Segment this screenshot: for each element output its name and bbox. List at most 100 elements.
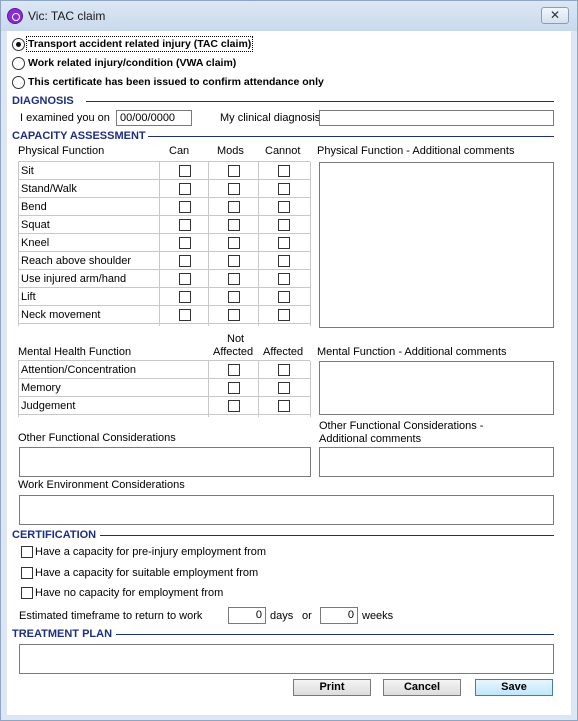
physical-function-checkbox[interactable]	[278, 201, 290, 213]
physical-function-checkbox[interactable]	[278, 165, 290, 177]
physical-function-checkbox[interactable]	[179, 219, 191, 231]
cancel-button[interactable]: Cancel	[383, 679, 461, 696]
physical-function-checkbox[interactable]	[228, 237, 240, 249]
suitable-capacity-label[interactable]: Have a capacity for suitable employment …	[35, 567, 258, 579]
physical-function-checkbox[interactable]	[278, 237, 290, 249]
physical-function-checkbox[interactable]	[228, 201, 240, 213]
physical-function-row-label: Reach above shoulder	[21, 255, 132, 267]
examined-date-input[interactable]: 00/00/0000	[116, 110, 192, 126]
physical-function-checkbox[interactable]	[179, 291, 191, 303]
mental-comments-input[interactable]	[319, 361, 554, 415]
mental-function-checkbox[interactable]	[278, 382, 290, 394]
physical-function-grid-line	[208, 162, 209, 326]
window-title: Vic: TAC claim	[28, 9, 106, 23]
physical-function-grid-line	[18, 162, 19, 326]
mental-function-checkbox[interactable]	[228, 364, 240, 376]
col-not-affected-header-line2: Affected	[213, 346, 254, 358]
physical-function-row	[18, 198, 310, 216]
tac-claim-radio[interactable]	[12, 38, 25, 51]
col-can-header: Can	[169, 145, 190, 157]
weeks-input[interactable]: 0	[320, 607, 358, 624]
physical-function-checkbox[interactable]	[179, 309, 191, 321]
other-considerations-input[interactable]	[19, 447, 311, 477]
form-body: Transport accident related injury (TAC c…	[7, 31, 571, 715]
mental-health-header: Mental Health Function	[18, 346, 132, 358]
days-label: days	[270, 610, 294, 622]
physical-function-grid-line	[310, 162, 311, 326]
mental-function-checkbox[interactable]	[228, 382, 240, 394]
work-environment-label: Work Environment Considerations	[18, 479, 185, 491]
physical-function-checkbox[interactable]	[278, 183, 290, 195]
capacity-divider	[148, 136, 554, 137]
vwa-claim-radio[interactable]	[12, 57, 25, 70]
mental-function-checkbox[interactable]	[228, 400, 240, 412]
physical-function-row	[18, 234, 310, 252]
physical-function-checkbox[interactable]	[278, 255, 290, 267]
print-button[interactable]: Print	[293, 679, 371, 696]
mental-function-checkbox[interactable]	[278, 364, 290, 376]
certification-heading: CERTIFICATION	[12, 529, 97, 541]
work-environment-input[interactable]	[19, 495, 554, 525]
physical-function-checkbox[interactable]	[228, 255, 240, 267]
attendance-only-label[interactable]: This certificate has been issued to conf…	[28, 76, 324, 88]
other-comments-input[interactable]	[319, 447, 554, 477]
mental-function-grid-line	[310, 361, 311, 417]
no-capacity-label[interactable]: Have no capacity for employment from	[35, 587, 223, 599]
preinjury-capacity-label[interactable]: Have a capacity for pre-injury employmen…	[35, 546, 266, 558]
physical-function-checkbox[interactable]	[179, 237, 191, 249]
physical-function-checkbox[interactable]	[179, 255, 191, 267]
physical-function-checkbox[interactable]	[179, 183, 191, 195]
physical-function-grid-line	[159, 162, 160, 326]
mental-function-grid-line	[208, 361, 209, 417]
col-affected-header: Affected	[263, 346, 304, 358]
physical-function-checkbox[interactable]	[278, 309, 290, 321]
mental-function-row-label: Memory	[21, 382, 61, 394]
physical-function-checkbox[interactable]	[278, 291, 290, 303]
physical-function-row-label: Lift	[21, 291, 36, 303]
physical-function-checkbox[interactable]	[228, 291, 240, 303]
mental-function-checkbox[interactable]	[278, 400, 290, 412]
no-capacity-checkbox[interactable]	[21, 587, 33, 599]
physical-function-row-label: Sit	[21, 165, 34, 177]
physical-comments-input[interactable]	[319, 162, 554, 328]
save-button[interactable]: Save	[475, 679, 553, 696]
treatment-plan-heading: TREATMENT PLAN	[12, 628, 113, 640]
mental-function-grid-line	[18, 361, 19, 417]
physical-function-checkbox[interactable]	[278, 219, 290, 231]
mental-function-row	[18, 379, 310, 397]
treatment-plan-input[interactable]	[19, 644, 554, 674]
suitable-capacity-checkbox[interactable]	[21, 567, 33, 579]
physical-function-checkbox[interactable]	[179, 273, 191, 285]
treatment-plan-divider	[116, 634, 554, 635]
col-cannot-header: Cannot	[265, 145, 301, 157]
physical-function-checkbox[interactable]	[278, 273, 290, 285]
physical-function-row-label: Squat	[21, 219, 50, 231]
diagnosis-divider	[86, 101, 554, 102]
close-button[interactable]: ✕	[541, 7, 569, 24]
physical-function-row-label: Use injured arm/hand	[21, 273, 127, 285]
physical-function-checkbox[interactable]	[179, 201, 191, 213]
physical-function-row	[18, 162, 310, 180]
clinical-diagnosis-input[interactable]	[319, 110, 554, 126]
or-label: or	[302, 610, 312, 622]
physical-function-checkbox[interactable]	[228, 165, 240, 177]
days-input[interactable]: 0	[228, 607, 266, 624]
attendance-only-radio[interactable]	[12, 76, 25, 89]
physical-function-checkbox[interactable]	[228, 183, 240, 195]
col-not-affected-header-line1: Not	[227, 333, 245, 345]
tac-claim-label[interactable]: Transport accident related injury (TAC c…	[25, 36, 254, 52]
certification-divider	[100, 535, 554, 536]
physical-function-row-label: Stand/Walk	[21, 183, 77, 195]
physical-function-checkbox[interactable]	[228, 219, 240, 231]
vwa-claim-label[interactable]: Work related injury/condition (VWA claim…	[28, 57, 236, 69]
mental-function-row-label: Attention/Concentration	[21, 364, 136, 376]
weeks-label: weeks	[362, 610, 394, 622]
physical-function-checkbox[interactable]	[228, 309, 240, 321]
physical-function-row-label: Neck movement	[21, 309, 101, 321]
physical-function-checkbox[interactable]	[179, 165, 191, 177]
physical-function-row	[18, 288, 310, 306]
preinjury-capacity-checkbox[interactable]	[21, 546, 33, 558]
physical-function-grid-line	[258, 162, 259, 326]
physical-function-row	[18, 216, 310, 234]
physical-function-checkbox[interactable]	[228, 273, 240, 285]
